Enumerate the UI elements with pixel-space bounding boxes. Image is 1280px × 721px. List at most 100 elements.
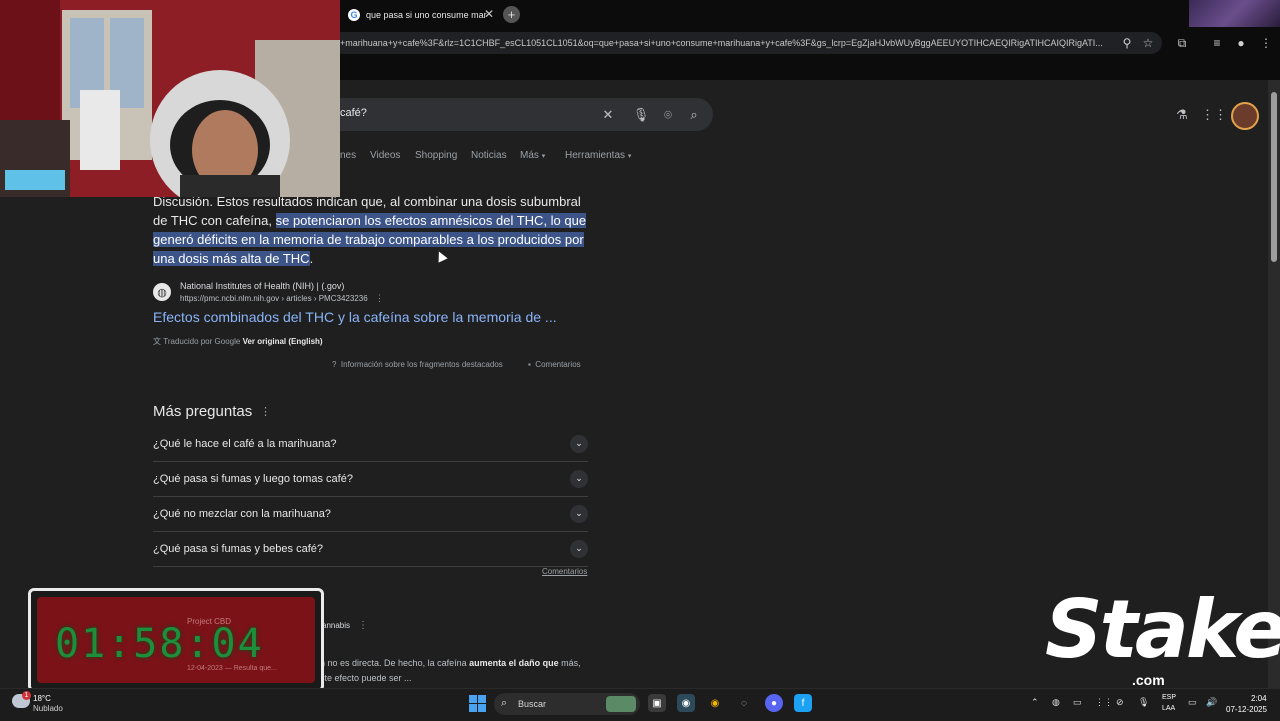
stake-logo: Stake bbox=[1045, 583, 1280, 676]
paa-question-text: ¿Qué le hace el café a la marihuana? bbox=[153, 437, 337, 450]
task-view-icon[interactable]: ▣ bbox=[648, 694, 666, 712]
snippet-start: on no es directa. De hecho, la cafeína bbox=[315, 658, 470, 668]
tab-shopping[interactable]: Shopping bbox=[415, 150, 457, 161]
windows-taskbar bbox=[0, 688, 1280, 721]
microphone-icon[interactable]: 🎙 bbox=[631, 105, 651, 125]
paa-question[interactable]: ¿Qué le hace el café a la marihuana? ⌄ bbox=[153, 426, 588, 462]
taskbar-search-label: Buscar bbox=[518, 699, 547, 709]
tab-images[interactable]: nes bbox=[340, 150, 356, 161]
chevron-down-icon[interactable]: ⌄ bbox=[570, 504, 588, 523]
account-avatar[interactable] bbox=[1231, 102, 1259, 130]
app-icon[interactable]: f bbox=[794, 694, 812, 712]
timer-background-date: 12-04-2023 — Resulta que... bbox=[187, 665, 277, 672]
chevron-down-icon[interactable]: ⌄ bbox=[570, 469, 588, 488]
view-original-link[interactable]: Ver original (English) bbox=[243, 337, 323, 346]
source-name[interactable]: National Institutes of Health (NIH) | (.… bbox=[180, 281, 344, 291]
feedback-icon: ▪ bbox=[528, 360, 531, 369]
clear-search-icon[interactable]: ✕ bbox=[598, 105, 618, 125]
keyboard-layout[interactable]: LAA bbox=[1162, 705, 1175, 712]
location-icon[interactable]: ⚲ bbox=[1117, 33, 1137, 53]
second-result-options-icon[interactable]: ⋮ bbox=[358, 620, 368, 631]
paa-question-text: ¿Qué pasa si fumas y bebes café? bbox=[153, 542, 323, 555]
snippet-text-end: . bbox=[309, 251, 314, 266]
tab-tools-label: Herramientas bbox=[565, 150, 626, 161]
reading-list-icon[interactable]: ≡ bbox=[1207, 33, 1227, 53]
paa-feedback-link[interactable]: Comentarios bbox=[542, 567, 587, 576]
globe-icon[interactable]: ◍ bbox=[153, 283, 171, 301]
tray-app-icon[interactable]: ⋮⋮ bbox=[1095, 697, 1113, 708]
weather-temperature[interactable]: 18°C bbox=[33, 694, 51, 703]
language-indicator[interactable]: ESP bbox=[1162, 694, 1176, 701]
search-icon: ⌕ bbox=[501, 697, 508, 709]
scrollbar-thumb[interactable] bbox=[1271, 92, 1277, 262]
labs-flask-icon[interactable]: ⚗ bbox=[1172, 105, 1192, 125]
paa-question-text: ¿Qué pasa si fumas y luego tomas café? bbox=[153, 472, 353, 485]
snippet-info-label: Información sobre los fragmentos destaca… bbox=[340, 360, 503, 369]
chrome-alt-icon[interactable]: ◉ bbox=[706, 694, 724, 712]
second-result-snippet: on no es directa. De hecho, la cafeína a… bbox=[315, 656, 585, 686]
tab-videos[interactable]: Videos bbox=[370, 150, 400, 161]
search-icon[interactable]: ⌕ bbox=[684, 105, 704, 125]
snippet-bold: aumenta el daño que bbox=[469, 658, 559, 668]
menu-kebab-icon[interactable]: ⋮ bbox=[1256, 33, 1276, 53]
feedback-link[interactable]: ▪ Comentarios bbox=[528, 360, 581, 369]
snippet-info-link[interactable]: ? Información sobre los fragmentos desta… bbox=[332, 360, 503, 369]
paa-question[interactable]: ¿Qué pasa si fumas y bebes café? ⌄ bbox=[153, 531, 588, 567]
tab-more-label: Más bbox=[520, 150, 539, 161]
paa-question[interactable]: ¿Qué no mezclar con la marihuana? ⌄ bbox=[153, 496, 588, 532]
tray-app-icon[interactable]: ⊘ bbox=[1116, 697, 1124, 708]
timer-panel: Project CBD 01:58:04 12-04-2023 — Result… bbox=[37, 597, 315, 683]
browser-tab[interactable]: G que pasa si uno consume mar bbox=[348, 4, 487, 26]
network-icon[interactable]: ▭ bbox=[1188, 697, 1197, 708]
new-tab-button[interactable]: + bbox=[503, 6, 520, 23]
search-query[interactable]: café? bbox=[340, 107, 367, 119]
chevron-down-icon: ▾ bbox=[627, 153, 632, 160]
tray-expand-icon[interactable]: ⌃ bbox=[1031, 697, 1039, 708]
tab-more[interactable]: Más ▾ bbox=[520, 150, 545, 161]
lens-camera-icon[interactable]: ⌾ bbox=[658, 105, 678, 125]
volume-icon[interactable]: 🔊 bbox=[1206, 697, 1217, 708]
weather-condition[interactable]: Nublado bbox=[33, 704, 63, 713]
paa-question[interactable]: ¿Qué pasa si fumas y luego tomas café? ⌄ bbox=[153, 461, 588, 497]
microphone-icon[interactable]: 🎙 bbox=[1138, 697, 1149, 708]
source-url[interactable]: https://pmc.ncbi.nlm.nih.gov › articles … bbox=[180, 294, 368, 303]
webcam-overlay bbox=[0, 0, 340, 197]
chevron-down-icon[interactable]: ⌄ bbox=[570, 539, 588, 558]
timer-overlay: Project CBD 01:58:04 12-04-2023 — Result… bbox=[28, 588, 324, 692]
discord-icon[interactable]: ● bbox=[765, 694, 783, 712]
profile-background-image bbox=[1189, 0, 1280, 27]
help-circle-icon: ? bbox=[332, 360, 337, 369]
featured-snippet-text: Discusión. Estos resultados indican que,… bbox=[153, 192, 593, 268]
clock-time[interactable]: 2:04 bbox=[1251, 694, 1267, 703]
timer-digits: 01:58:04 bbox=[55, 621, 264, 667]
bookmark-star-icon[interactable]: ☆ bbox=[1138, 33, 1158, 53]
windows-start-icon[interactable] bbox=[469, 695, 486, 712]
people-also-ask-title: Más preguntas bbox=[153, 403, 253, 420]
stake-domain: .com bbox=[1132, 672, 1165, 688]
result-options-icon[interactable]: ⋮ bbox=[375, 293, 384, 304]
clock-date[interactable]: 07-12-2025 bbox=[1226, 705, 1267, 714]
chevron-down-icon: ▾ bbox=[541, 153, 546, 160]
tab-tools[interactable]: Herramientas ▾ bbox=[565, 150, 631, 161]
webcam-feed-image bbox=[0, 0, 340, 197]
tab-title: que pasa si uno consume mar bbox=[366, 10, 487, 20]
chrome-icon[interactable]: ◉ bbox=[677, 694, 695, 712]
extensions-icon[interactable]: ⧉ bbox=[1172, 33, 1192, 53]
tab-close-icon[interactable]: ✕ bbox=[484, 7, 494, 21]
paa-question-text: ¿Qué no mezclar con la marihuana? bbox=[153, 507, 331, 520]
tray-app-icon[interactable]: ◍ bbox=[1052, 697, 1060, 708]
weather-badge: 1 bbox=[22, 691, 31, 700]
chevron-down-icon[interactable]: ⌄ bbox=[570, 434, 588, 453]
tray-app-icon[interactable]: ▭ bbox=[1073, 697, 1082, 708]
translate-icon: 文 bbox=[153, 337, 161, 346]
apps-grid-icon[interactable]: ⋮⋮ bbox=[1201, 105, 1227, 125]
tab-news[interactable]: Noticias bbox=[471, 150, 507, 161]
translated-by-text: Traducido por Google bbox=[163, 337, 241, 346]
obs-icon[interactable]: ◌ bbox=[735, 694, 753, 712]
search-highlight-widget[interactable] bbox=[606, 696, 636, 712]
profile-icon[interactable]: ● bbox=[1231, 33, 1251, 53]
paa-options-icon[interactable]: ⋮ bbox=[260, 405, 271, 418]
url-text[interactable]: +marihuana+y+cafe%3F&rlz=1C1CHBF_esCL105… bbox=[340, 32, 1120, 54]
result-title-link[interactable]: Efectos combinados del THC y la cafeína … bbox=[153, 309, 557, 325]
translation-notice: 文 Traducido por Google Ver original (Eng… bbox=[153, 336, 323, 347]
